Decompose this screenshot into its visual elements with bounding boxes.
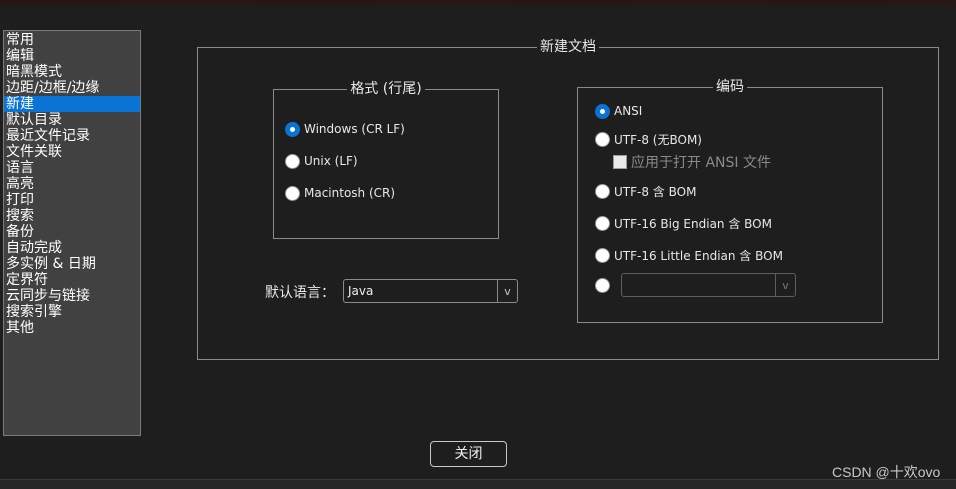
radio-button[interactable]: [595, 215, 610, 231]
radio-button[interactable]: [595, 277, 610, 293]
encoding-option-utf8-label: UTF-8 (无BOM): [614, 132, 702, 147]
category-item-file-association[interactable]: 文件关联: [4, 144, 140, 160]
encoding-option-ansi[interactable]: ANSI: [595, 102, 642, 120]
category-item-search-engine[interactable]: 搜索引擎: [4, 304, 140, 320]
category-item-highlighting[interactable]: 高亮: [4, 176, 140, 192]
other-encoding-select[interactable]: v: [621, 273, 796, 297]
category-item-default-directory[interactable]: 默认目录: [4, 112, 140, 128]
category-item-editing[interactable]: 编辑: [4, 48, 140, 64]
window-top-edge: [0, 0, 956, 10]
format-option-unix-label: Unix (LF): [304, 154, 358, 168]
apply-to-ansi-checkbox[interactable]: [613, 155, 627, 169]
encoding-option-utf16le[interactable]: UTF-16 Little Endian 含 BOM: [595, 246, 783, 264]
category-item-cloud-sync[interactable]: 云同步与链接: [4, 288, 140, 304]
category-list[interactable]: 常用 编辑 暗黑模式 边距/边框/边缘 新建 默认目录 最近文件记录 文件关联 …: [3, 30, 141, 436]
chevron-down-icon[interactable]: v: [497, 280, 517, 302]
radio-button[interactable]: [285, 153, 300, 169]
format-option-macintosh-label: Macintosh (CR): [304, 186, 396, 200]
default-language-label: 默认语言：: [265, 285, 335, 301]
radio-button[interactable]: [595, 183, 610, 199]
encoding-option-utf16le-label: UTF-16 Little Endian 含 BOM: [614, 248, 783, 263]
encoding-group-title: 编码: [713, 79, 747, 95]
format-option-windows[interactable]: Windows (CR LF): [285, 120, 405, 138]
category-item-backup[interactable]: 备份: [4, 224, 140, 240]
encoding-option-utf8-bom[interactable]: UTF-8 含 BOM: [595, 182, 696, 200]
category-item-new-document[interactable]: 新建: [4, 96, 140, 112]
category-item-delimiter[interactable]: 定界符: [4, 272, 140, 288]
encoding-option-other[interactable]: [595, 276, 610, 294]
category-item-margins[interactable]: 边距/边框/边缘: [4, 80, 140, 96]
close-button[interactable]: 关闭: [430, 441, 507, 467]
category-item-auto-completion[interactable]: 自动完成: [4, 240, 140, 256]
format-option-macintosh[interactable]: Macintosh (CR): [285, 184, 395, 202]
category-item-print[interactable]: 打印: [4, 192, 140, 208]
new-document-group-title: 新建文档: [537, 39, 599, 55]
apply-to-ansi-checkbox-row[interactable]: 应用于打开 ANSI 文件: [613, 153, 771, 171]
category-item-general[interactable]: 常用: [4, 32, 140, 48]
format-group-title: 格式 (行尾): [347, 81, 425, 97]
format-option-unix[interactable]: Unix (LF): [285, 152, 358, 170]
radio-button[interactable]: [595, 131, 610, 147]
radio-button[interactable]: [285, 185, 300, 201]
encoding-option-utf16be-label: UTF-16 Big Endian 含 BOM: [614, 216, 772, 231]
category-item-search[interactable]: 搜索: [4, 208, 140, 224]
encoding-option-utf16be[interactable]: UTF-16 Big Endian 含 BOM: [595, 214, 772, 232]
default-language-select[interactable]: Java v: [343, 279, 518, 303]
encoding-option-utf8[interactable]: UTF-8 (无BOM): [595, 130, 702, 148]
encoding-option-ansi-label: ANSI: [614, 104, 643, 118]
category-item-dark-mode[interactable]: 暗黑模式: [4, 64, 140, 80]
default-language-value: Java: [348, 284, 374, 298]
category-item-misc[interactable]: 其他: [4, 320, 140, 336]
category-item-recent-files[interactable]: 最近文件记录: [4, 128, 140, 144]
encoding-option-utf8-bom-label: UTF-8 含 BOM: [614, 184, 697, 199]
window-bottom-edge: [0, 479, 956, 489]
category-item-multi-instance-date[interactable]: 多实例 & 日期: [4, 256, 140, 272]
radio-button[interactable]: [595, 247, 610, 263]
radio-button-checked[interactable]: [595, 103, 610, 119]
chevron-down-icon[interactable]: v: [775, 274, 795, 296]
format-option-windows-label: Windows (CR LF): [304, 122, 405, 136]
category-item-language[interactable]: 语言: [4, 160, 140, 176]
radio-button-checked[interactable]: [285, 121, 300, 137]
apply-to-ansi-label: 应用于打开 ANSI 文件: [631, 155, 771, 171]
